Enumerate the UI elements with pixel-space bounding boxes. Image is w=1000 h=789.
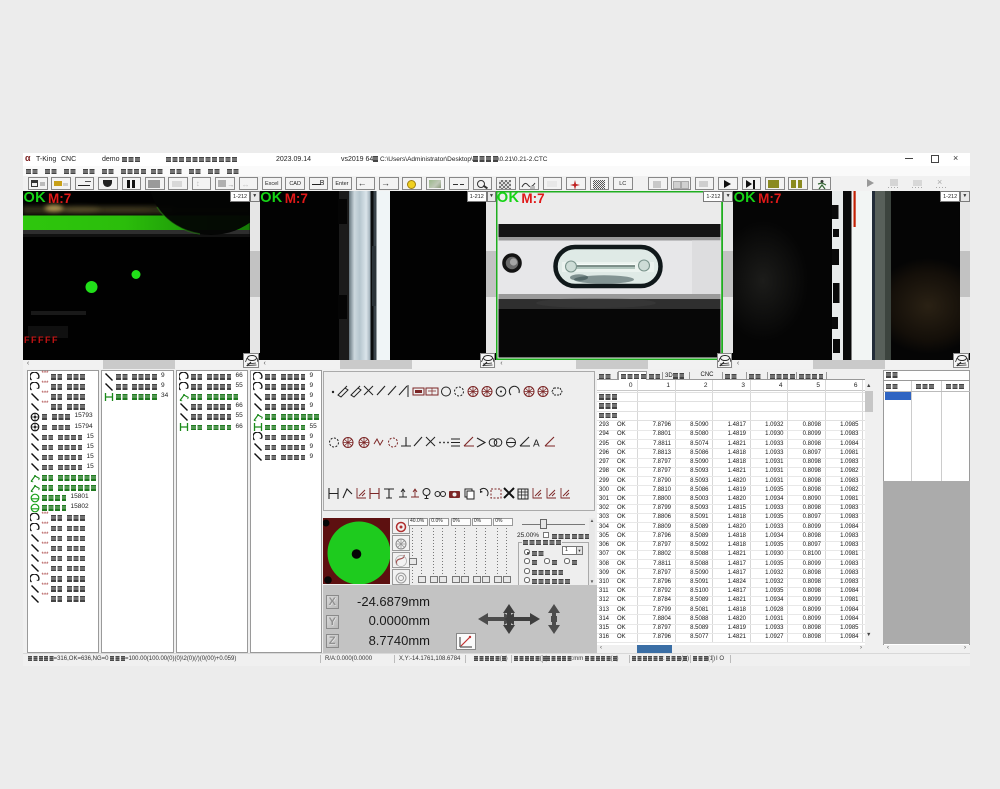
svg-text:FFFFF: FFFFF xyxy=(24,335,59,345)
svg-text:A: A xyxy=(533,439,540,450)
